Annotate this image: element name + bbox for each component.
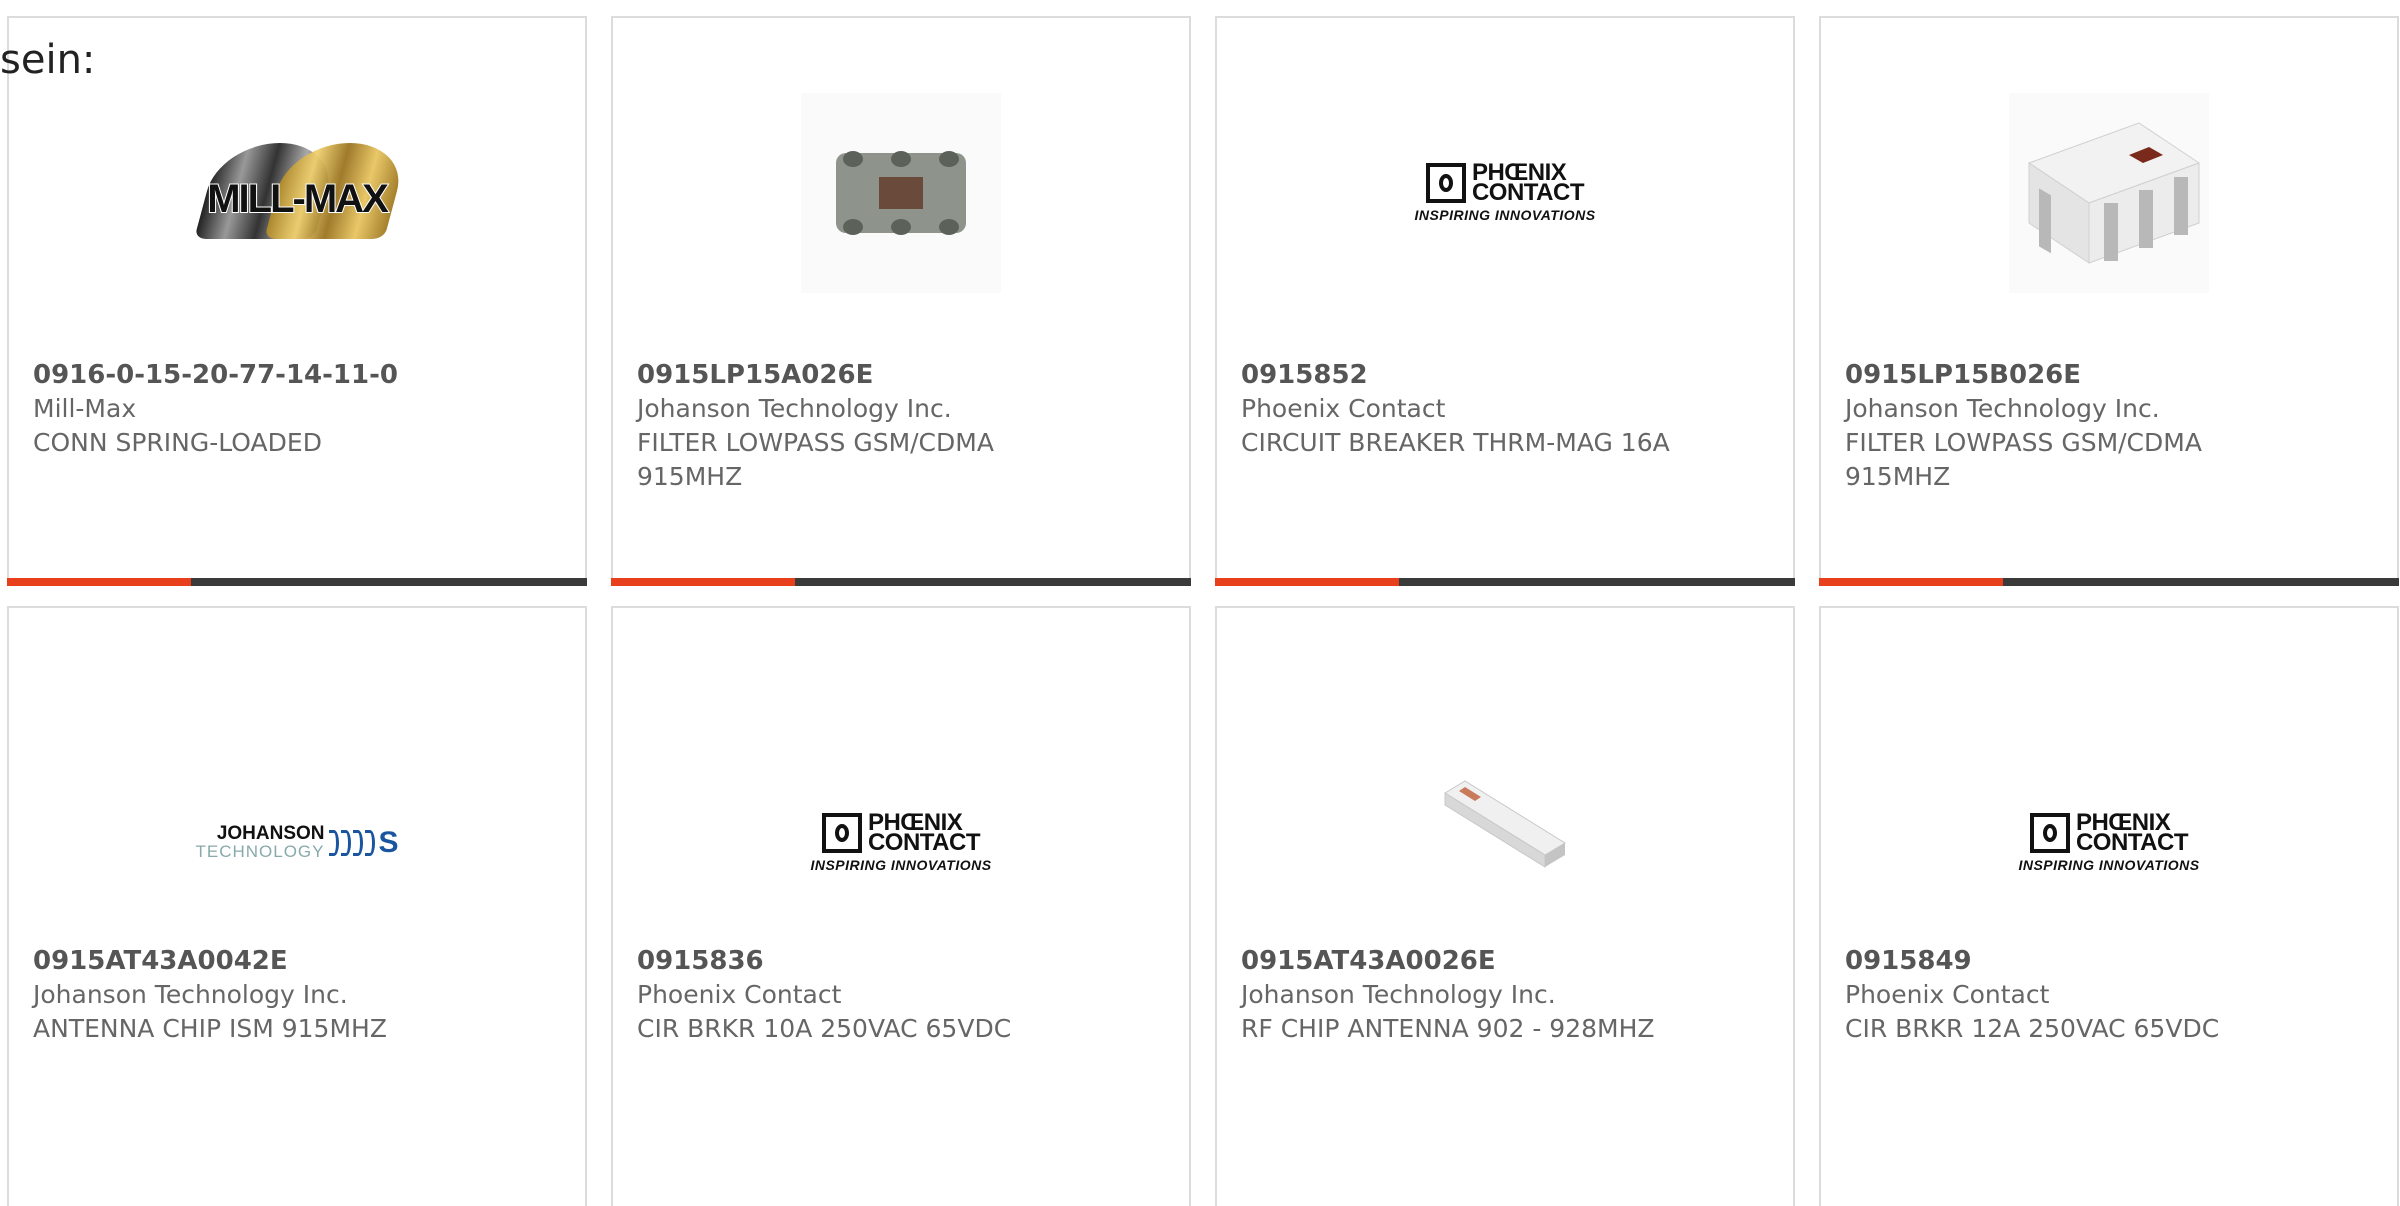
part-number-link[interactable]: 0915LP15B026E (1845, 358, 2377, 392)
phoenix-contact-logo: PHŒNIX CONTACT INSPIRING INNOVATIONS (2018, 809, 2200, 874)
manufacturer-name: Johanson Technology Inc. (33, 980, 348, 1009)
phoenix-mark-icon (1425, 163, 1466, 203)
product-image[interactable]: PHŒNIX CONTACT INSPIRING INNOVATIONS (1821, 738, 2397, 948)
product-description: ANTENNA CHIP ISM 915MHZ (33, 1014, 387, 1043)
part-number-link[interactable]: 0915LP15A026E (637, 358, 1169, 392)
product-card[interactable]: MILL-MAX 0916-0-15-20-77-14-11-0 Mill-Ma… (7, 16, 587, 586)
product-image[interactable]: JOHANSON TECHNOLOGY S (9, 738, 585, 948)
manufacturer-name: Phoenix Contact (637, 980, 842, 1009)
antenna-chip-photo (1405, 723, 1605, 923)
manufacturer-name: Johanson Technology Inc. (1845, 394, 2160, 423)
product-image[interactable]: PHŒNIX CONTACT INSPIRING INNOVATIONS (613, 738, 1189, 948)
product-description: CONN SPRING-LOADED (33, 428, 322, 457)
manufacturer-name: Phoenix Contact (1241, 394, 1446, 423)
product-card[interactable]: PHŒNIX CONTACT INSPIRING INNOVATIONS 091… (611, 606, 1191, 1206)
product-description: CIR BRKR 10A 250VAC 65VDC (637, 1014, 1012, 1043)
product-description: CIRCUIT BREAKER THRM-MAG 16A (1241, 428, 1670, 457)
part-number-link[interactable]: 0915852 (1241, 358, 1773, 392)
card-bottom-bar (611, 578, 1191, 586)
product-card[interactable]: PHŒNIX CONTACT INSPIRING INNOVATIONS 091… (1215, 16, 1795, 586)
part-number-link[interactable]: 0915849 (1845, 944, 2377, 978)
product-image[interactable] (613, 88, 1189, 298)
product-image[interactable] (1821, 88, 2397, 298)
phoenix-contact-logo: PHŒNIX CONTACT INSPIRING INNOVATIONS (810, 809, 992, 874)
product-card[interactable]: PHŒNIX CONTACT INSPIRING INNOVATIONS 091… (1819, 606, 2399, 1206)
intro-text: sein: (0, 37, 96, 83)
product-card[interactable]: 0915LP15A026E Johanson Technology Inc. F… (611, 16, 1191, 586)
product-grid: MILL-MAX 0916-0-15-20-77-14-11-0 Mill-Ma… (7, 16, 2399, 1206)
part-number-link[interactable]: 0915AT43A0042E (33, 944, 565, 978)
manufacturer-name: Mill-Max (33, 394, 137, 423)
manufacturer-name: Johanson Technology Inc. (1241, 980, 1556, 1009)
filter-chip-photo (801, 93, 1001, 293)
card-bottom-bar (7, 578, 587, 586)
filter-chip-photo (2009, 93, 2209, 293)
product-card[interactable]: 0915LP15B026E Johanson Technology Inc. F… (1819, 16, 2399, 586)
manufacturer-name: Phoenix Contact (1845, 980, 2050, 1009)
part-number-link[interactable]: 0915AT43A0026E (1241, 944, 1773, 978)
part-number-link[interactable]: 0916-0-15-20-77-14-11-0 (33, 358, 565, 392)
phoenix-mark-icon (2029, 813, 2070, 853)
product-description: CIR BRKR 12A 250VAC 65VDC (1845, 1014, 2220, 1043)
product-card[interactable]: JOHANSON TECHNOLOGY S 0915AT43A0042E Joh… (7, 606, 587, 1206)
product-image[interactable] (1217, 718, 1793, 928)
product-description: FILTER LOWPASS GSM/CDMA 915MHZ (637, 428, 994, 491)
johanson-technology-logo: JOHANSON TECHNOLOGY S (195, 823, 399, 861)
card-bottom-bar (1215, 578, 1795, 586)
product-card[interactable]: 0915AT43A0026E Johanson Technology Inc. … (1215, 606, 1795, 1206)
mill-max-logo: MILL-MAX (194, 143, 410, 243)
product-image[interactable]: MILL-MAX (9, 88, 585, 298)
phoenix-contact-logo: PHŒNIX CONTACT INSPIRING INNOVATIONS (1414, 159, 1596, 224)
waves-icon (328, 830, 375, 856)
part-number-link[interactable]: 0915836 (637, 944, 1169, 978)
card-bottom-bar (1819, 578, 2399, 586)
manufacturer-name: Johanson Technology Inc. (637, 394, 952, 423)
product-description: RF CHIP ANTENNA 902 - 928MHZ (1241, 1014, 1655, 1043)
phoenix-mark-icon (821, 813, 862, 853)
product-description: FILTER LOWPASS GSM/CDMA 915MHZ (1845, 428, 2202, 491)
product-image[interactable]: PHŒNIX CONTACT INSPIRING INNOVATIONS (1217, 88, 1793, 298)
